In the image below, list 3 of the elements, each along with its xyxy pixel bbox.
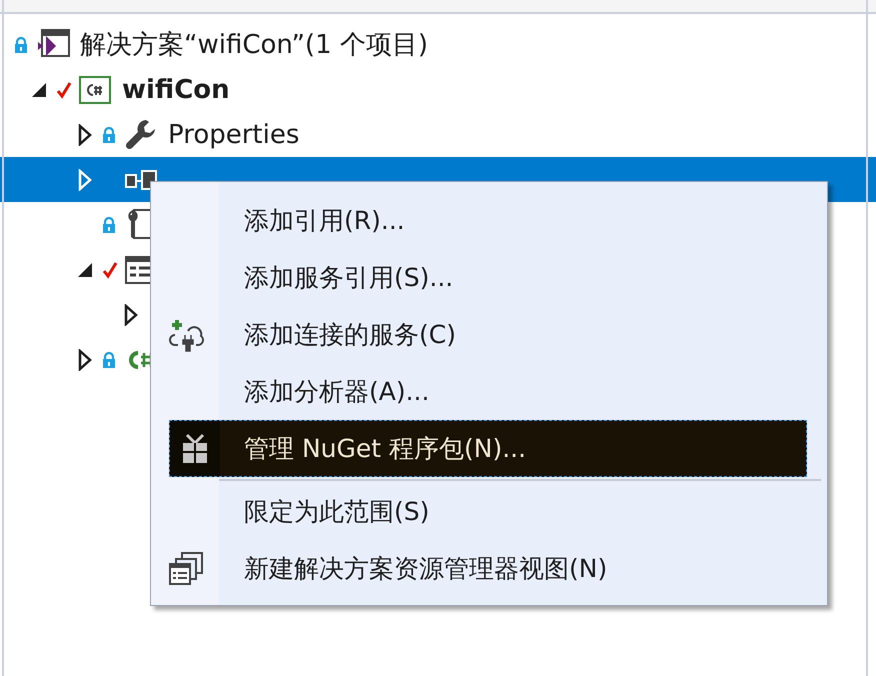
project-name: wifiCon <box>122 74 230 104</box>
tree-label: 解决方案“wifiCon”(1 个项目) <box>80 29 428 62</box>
tree-label: Properties <box>168 120 300 150</box>
